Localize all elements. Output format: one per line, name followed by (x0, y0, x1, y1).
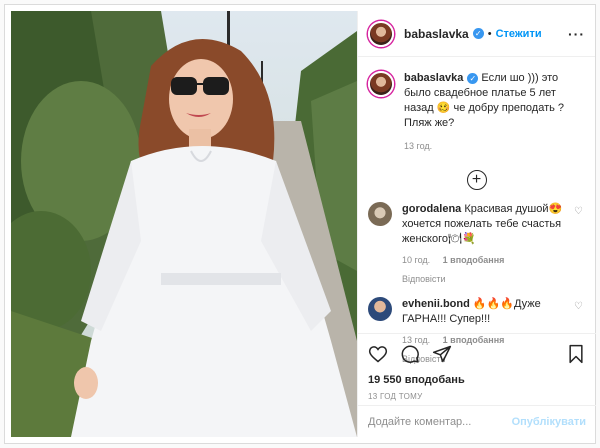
commenter-avatar[interactable] (368, 297, 392, 321)
post-time: 13 ГОД ТОМУ (368, 392, 423, 401)
likes-count[interactable]: 19 550 вподобань (368, 374, 586, 386)
comment-likes[interactable]: 1 вподобання (443, 255, 505, 265)
like-comment-icon[interactable]: ♡ (574, 206, 583, 217)
follow-button[interactable]: Стежити (496, 28, 542, 40)
post-header: babaslavka ✓ • Стежити ··· (358, 11, 595, 57)
photo-illustration (11, 11, 357, 437)
more-options-icon[interactable]: ··· (568, 26, 585, 42)
caption-body: babaslavka ✓ Если шо ))) это было свадебн… (404, 71, 585, 154)
post-actions: 19 550 вподобань 13 ГОД ТОМУ (358, 333, 596, 401)
verified-icon: ✓ (472, 28, 484, 39)
comment-input[interactable]: Додайте коментар... (368, 416, 471, 428)
comment-meta: 10 год. 1 вподобання (402, 253, 572, 268)
comment-icon[interactable] (400, 344, 420, 364)
post-photo[interactable] (11, 11, 357, 437)
verified-icon: ✓ (467, 72, 479, 84)
caption: babaslavka ✓ Если шо ))) это было свадебн… (358, 57, 595, 154)
author-username[interactable]: babaslavka (404, 27, 469, 41)
like-icon[interactable] (368, 344, 388, 364)
post-sidebar: babaslavka ✓ • Стежити ··· babaslavka ✓ Е… (357, 11, 596, 437)
comment-body: gorodalena Красивая душой😍 хочется пожел… (402, 202, 572, 287)
comment-username[interactable]: evhenii.bond (402, 298, 470, 310)
action-icons (368, 342, 586, 366)
comment-username[interactable]: gorodalena (402, 203, 461, 215)
like-comment-icon[interactable]: ♡ (574, 301, 583, 312)
comment-age: 10 год. (402, 255, 431, 265)
reply-button[interactable]: Відповісти (402, 272, 572, 287)
share-icon[interactable] (432, 344, 452, 364)
caption-avatar[interactable] (368, 71, 394, 97)
comment-item: gorodalena Красивая душой😍 хочется пожел… (358, 200, 595, 295)
caption-username[interactable]: babaslavka (404, 72, 463, 84)
commenter-avatar[interactable] (368, 202, 392, 226)
author-avatar[interactable] (368, 20, 394, 47)
bookmark-icon[interactable] (566, 344, 586, 364)
separator-dot: • (487, 27, 492, 40)
load-more-comments-icon[interactable]: + (466, 170, 487, 190)
caption-age: 13 год. (404, 141, 433, 151)
post-dialog: babaslavka ✓ • Стежити ··· babaslavka ✓ Е… (4, 4, 596, 444)
publish-button[interactable]: Опублікувати (512, 416, 586, 428)
add-comment-bar: Додайте коментар... Опублікувати (358, 405, 596, 437)
